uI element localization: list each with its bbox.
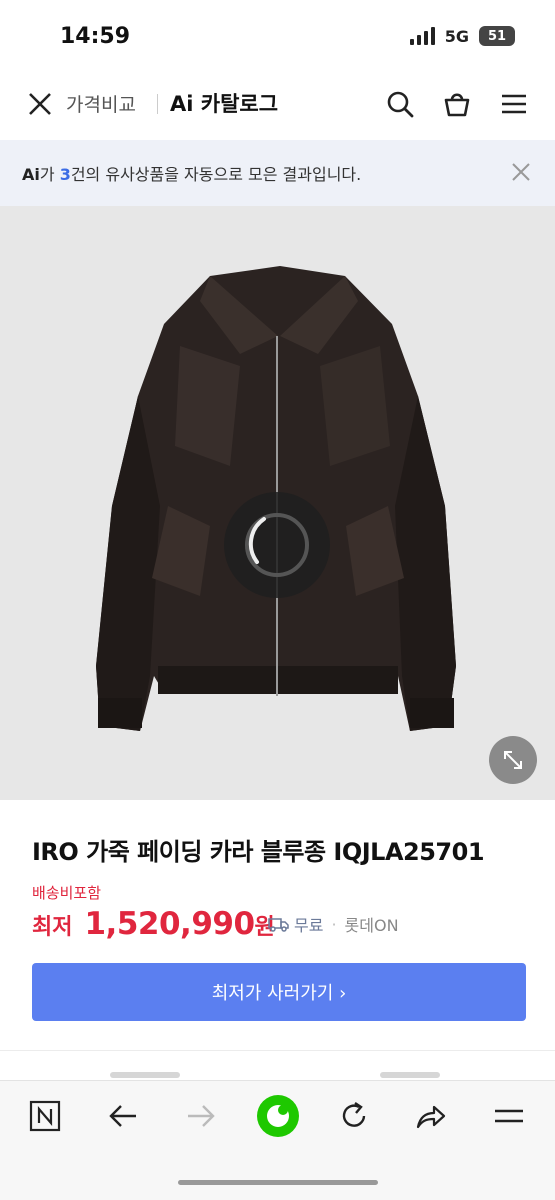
status-time: 14:59: [60, 24, 131, 49]
battery-icon: 51: [479, 26, 515, 46]
delivery-fee: 무료: [294, 916, 324, 935]
truck-icon: [268, 918, 289, 932]
naver-home-icon[interactable]: [28, 1099, 62, 1133]
header-divider: [157, 94, 158, 114]
banner-text-b: 건의 유사상품을 자동으로 모은 결과입니다.: [70, 165, 362, 184]
banner-text: Ai가 3건의 유사상품을 자동으로 모은 결과입니다.: [22, 161, 361, 185]
section-divider: [0, 1050, 555, 1051]
product-image[interactable]: [0, 206, 555, 800]
price-row: 최저 1,520,990 원: [32, 906, 275, 942]
price-prefix: 최저: [32, 915, 73, 940]
refresh-icon[interactable]: [337, 1099, 371, 1133]
signal-icon: [409, 27, 435, 45]
buy-lowest-button[interactable]: 최저가 사러가기 ›: [32, 963, 526, 1021]
separator-dot: ·: [331, 914, 337, 934]
close-icon[interactable]: [509, 160, 533, 184]
delivery-info: 무료 · 롯데ON: [268, 912, 399, 936]
network-type: 5G: [444, 26, 469, 46]
price-compare-link[interactable]: 가격비교: [66, 90, 136, 117]
ai-banner: Ai가 3건의 유사상품을 자동으로 모은 결과입니다.: [0, 140, 555, 206]
expand-icon: [504, 751, 522, 769]
banner-ai-label: Ai: [22, 165, 40, 184]
home-indicator: [178, 1180, 378, 1185]
status-indicators: 5G 51: [409, 26, 515, 46]
search-icon[interactable]: [384, 88, 416, 120]
expand-button[interactable]: [489, 736, 537, 784]
forward-arrow-icon[interactable]: [184, 1099, 218, 1133]
shipping-label: 배송비포함: [32, 884, 102, 902]
loading-spinner: [224, 492, 330, 598]
share-icon[interactable]: [414, 1099, 448, 1133]
naver-icon[interactable]: [255, 1093, 301, 1139]
menu-icon[interactable]: [492, 1099, 526, 1133]
price-value: 1,520,990: [84, 906, 255, 942]
store-name[interactable]: 롯데ON: [345, 912, 399, 936]
menu-icon[interactable]: [498, 88, 530, 120]
back-arrow-icon[interactable]: [106, 1099, 140, 1133]
status-bar: 14:59 5G 51: [0, 0, 555, 72]
close-icon[interactable]: [22, 86, 58, 122]
page-title: Ai 카탈로그: [170, 92, 279, 116]
app-header: 가격비교 Ai 카탈로그: [0, 72, 555, 140]
product-title: IRO 가죽 페이딩 카라 블루종 IQJLA25701: [32, 838, 485, 866]
banner-text-a: 가: [39, 165, 60, 184]
cart-icon[interactable]: [441, 88, 473, 120]
banner-count: 3: [59, 165, 71, 184]
